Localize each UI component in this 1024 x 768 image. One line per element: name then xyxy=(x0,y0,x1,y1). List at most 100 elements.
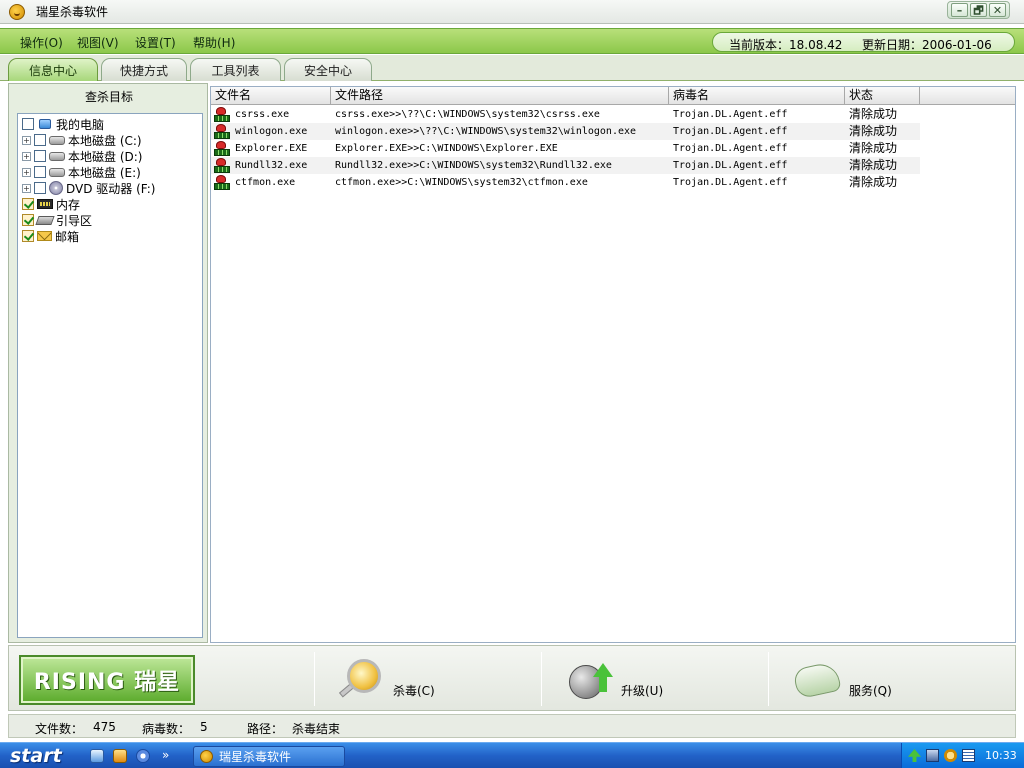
table-row[interactable]: Rundll32.exe Rundll32.exe>>C:\WINDOWS\sy… xyxy=(211,157,920,174)
drive-icon xyxy=(49,151,65,161)
security-shield-icon[interactable] xyxy=(962,749,975,762)
tree-item-memory[interactable]: 内存 xyxy=(22,196,80,212)
virus-icon xyxy=(214,124,230,139)
tree-item-label: 我的电脑 xyxy=(56,117,105,132)
dvd-icon xyxy=(49,181,63,195)
hand-service-icon xyxy=(792,657,845,703)
scan-button[interactable]: 杀毒(C) xyxy=(337,656,435,704)
close-button[interactable]: ✕ xyxy=(989,3,1006,17)
tab-tool-list[interactable]: 工具列表 xyxy=(190,58,281,81)
column-header-status[interactable]: 状态 xyxy=(845,87,920,105)
expand-icon[interactable]: + xyxy=(22,167,31,177)
tree-item-label: 本地磁盘 (C:) xyxy=(68,133,142,148)
tree-item-dvd-f[interactable]: + DVD 驱动器 (F:) xyxy=(22,180,156,196)
cell-filename: csrss.exe xyxy=(235,109,290,120)
tree-item-drive-c[interactable]: + 本地磁盘 (C:) xyxy=(22,132,142,148)
tree-item-boot-sector[interactable]: 引导区 xyxy=(22,212,92,228)
tab-shortcuts[interactable]: 快捷方式 xyxy=(101,58,187,81)
column-header-filename[interactable]: 文件名 xyxy=(211,87,331,105)
virus-icon xyxy=(214,158,230,173)
tree-item-mailbox[interactable]: 邮箱 xyxy=(22,228,79,244)
version-info: 当前版本：18.08.42 更新日期：2006-01-06 xyxy=(712,32,1015,52)
virus-icon xyxy=(214,107,230,122)
quicklaunch-chevron-icon[interactable]: » xyxy=(162,748,169,762)
expand-icon[interactable]: + xyxy=(22,151,31,161)
service-label: 服务(Q) xyxy=(849,683,892,698)
checkbox[interactable] xyxy=(34,182,46,194)
tree-item-label: 邮箱 xyxy=(55,229,80,244)
tree-item-drive-e[interactable]: + 本地磁盘 (E:) xyxy=(22,164,141,180)
cell-filename: ctfmon.exe xyxy=(235,177,296,188)
desktop-icon[interactable] xyxy=(90,749,104,763)
scan-target-panel: 查杀目标 我的电脑 + 本地磁盘 (C:) + 本地磁盘 (D:) + 本地磁盘… xyxy=(8,83,208,643)
divider xyxy=(541,652,542,706)
checkbox[interactable] xyxy=(34,134,46,146)
table-row[interactable]: winlogon.exe winlogon.exe>>\??\C:\WINDOW… xyxy=(211,123,920,140)
cell-filename: Rundll32.exe xyxy=(235,160,308,171)
magnifier-icon xyxy=(337,657,389,703)
title-bar: 瑞星杀毒软件 – 🗗 ✕ xyxy=(0,0,1024,24)
rising-app-icon xyxy=(9,3,25,20)
drive-icon xyxy=(49,167,65,177)
tree-item-label: 内存 xyxy=(56,197,81,212)
current-version: 当前版本：18.08.42 xyxy=(729,38,843,52)
cell-filename: winlogon.exe xyxy=(235,126,308,137)
network-icon[interactable] xyxy=(926,749,939,762)
tree-item-drive-d[interactable]: + 本地磁盘 (D:) xyxy=(22,148,142,164)
menu-view[interactable]: 视图(V) xyxy=(77,34,119,51)
mailbox-icon xyxy=(37,231,52,241)
virus-icon xyxy=(214,175,230,190)
scan-results-table: 文件名 文件路径 病毒名 状态 csrss.exe csrss.exe>>\??… xyxy=(210,86,1016,643)
upgrade-tray-icon[interactable] xyxy=(908,749,921,762)
column-header-virus-name[interactable]: 病毒名 xyxy=(669,87,845,105)
cell-virus-name: Trojan.DL.Agent.eff xyxy=(673,109,788,120)
column-header-filepath[interactable]: 文件路径 xyxy=(331,87,669,105)
rising-logo: RISING 瑞星 xyxy=(19,655,195,705)
table-row[interactable]: csrss.exe csrss.exe>>\??\C:\WINDOWS\syst… xyxy=(211,106,920,123)
cell-filepath: csrss.exe>>\??\C:\WINDOWS\system32\csrss… xyxy=(335,109,600,120)
menu-operate[interactable]: 操作(O) xyxy=(20,34,63,51)
cell-status: 清除成功 xyxy=(849,175,898,189)
table-row[interactable]: Explorer.EXE Explorer.EXE>>C:\WINDOWS\Ex… xyxy=(211,140,920,157)
checkbox-checked[interactable] xyxy=(22,198,34,210)
checkbox[interactable] xyxy=(34,150,46,162)
expand-icon[interactable]: + xyxy=(22,183,31,193)
upgrade-button[interactable]: 升级(U) xyxy=(565,656,663,704)
minimize-button[interactable]: – xyxy=(951,3,968,17)
checkbox-checked[interactable] xyxy=(22,230,34,242)
tree-item-my-computer[interactable]: 我的电脑 xyxy=(22,116,104,132)
status-bar: 文件数： 475 病毒数： 5 路径： 杀毒结束 xyxy=(8,714,1016,738)
window-controls: – 🗗 ✕ xyxy=(947,1,1010,19)
checkbox-checked[interactable] xyxy=(22,214,34,226)
tab-security-center[interactable]: 安全中心 xyxy=(284,58,372,81)
menu-help[interactable]: 帮助(H) xyxy=(193,34,235,51)
virus-count-value: 5 xyxy=(200,720,208,734)
virus-icon xyxy=(214,141,230,156)
expand-icon[interactable]: + xyxy=(22,135,31,145)
boot-sector-icon xyxy=(35,215,55,225)
files-count-label: 文件数： xyxy=(35,722,84,736)
update-date: 更新日期：2006-01-06 xyxy=(862,38,992,52)
table-header: 文件名 文件路径 病毒名 状态 xyxy=(211,87,1015,105)
restore-button[interactable]: 🗗 xyxy=(970,3,987,17)
checkbox[interactable] xyxy=(34,166,46,178)
tree-item-label: 本地磁盘 (D:) xyxy=(68,149,143,164)
table-row[interactable]: ctfmon.exe ctfmon.exe>>C:\WINDOWS\system… xyxy=(211,174,920,191)
rising-tray-icon[interactable] xyxy=(944,749,957,762)
start-button[interactable]: start xyxy=(0,743,80,768)
tree-item-label: DVD 驱动器 (F:) xyxy=(66,181,156,196)
media-player-icon[interactable] xyxy=(113,749,127,763)
messenger-icon[interactable] xyxy=(136,749,150,763)
cell-virus-name: Trojan.DL.Agent.eff xyxy=(673,126,788,137)
rising-app-icon xyxy=(200,750,213,763)
clock[interactable]: 10:33 xyxy=(985,749,1017,762)
drive-icon xyxy=(49,135,65,145)
tab-info-center[interactable]: 信息中心 xyxy=(8,58,98,81)
menu-settings[interactable]: 设置(T) xyxy=(135,34,176,51)
path-label: 路径： xyxy=(247,722,284,736)
files-count-value: 475 xyxy=(93,720,116,734)
taskbar-app-button[interactable]: 瑞星杀毒软件 xyxy=(193,746,345,767)
scan-target-title: 查杀目标 xyxy=(84,90,133,104)
checkbox[interactable] xyxy=(22,118,34,130)
service-button[interactable]: 服务(Q) xyxy=(792,656,892,704)
